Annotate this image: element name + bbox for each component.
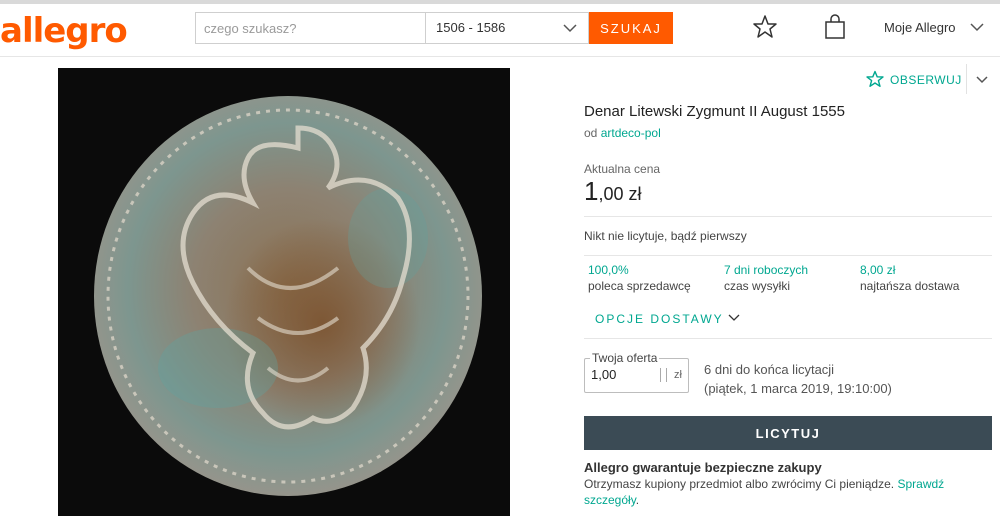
- stat-label: poleca sprzedawcę: [588, 279, 691, 293]
- delivery-options-toggle[interactable]: OPCJE DOSTAWY: [595, 312, 740, 326]
- price-integer: 1: [584, 176, 599, 206]
- auction-remaining: 6 dni do końca licytacji: [704, 362, 835, 377]
- stat-value: 7 dni roboczych: [724, 263, 809, 277]
- price-label: Aktualna cena: [584, 162, 661, 176]
- offer-input[interactable]: [591, 367, 651, 382]
- divider: [584, 216, 992, 217]
- guarantee-title: Allegro gwarantuje bezpieczne zakupy: [584, 460, 822, 475]
- stat-label: czas wysyłki: [724, 279, 791, 293]
- stat-value: 100,0%: [588, 263, 629, 277]
- seller-prefix: od: [584, 126, 598, 140]
- star-icon: [866, 70, 884, 87]
- stat-cheapest-delivery: 8,00 zł najtańsza dostawa: [860, 263, 959, 293]
- search-input[interactable]: [195, 12, 426, 44]
- my-allegro-menu[interactable]: Moje Allegro: [884, 20, 985, 35]
- divider: [584, 338, 992, 339]
- current-price: 1,00 zł: [584, 176, 642, 207]
- search-button[interactable]: SZUKAJ: [589, 12, 673, 44]
- offer-stepper[interactable]: [660, 368, 667, 382]
- divider: [584, 255, 992, 256]
- watch-button[interactable]: OBSERWUJ: [866, 70, 962, 88]
- seller-line: od artdeco-pol: [584, 126, 661, 140]
- bid-button[interactable]: LICYTUJ: [584, 416, 992, 450]
- stat-recommendation: 100,0% poleca sprzedawcę: [588, 263, 691, 293]
- auction-end-info: 6 dni do końca licytacji (piątek, 1 marc…: [704, 360, 892, 398]
- guarantee-text: Otrzymasz kupiony przedmiot albo zwrócim…: [584, 476, 989, 508]
- my-allegro-label: Moje Allegro: [884, 20, 956, 35]
- offer-currency: zł: [674, 369, 682, 381]
- seller-link[interactable]: artdeco-pol: [601, 126, 661, 140]
- chevron-down-icon: [562, 13, 578, 54]
- price-fraction: ,00 zł: [598, 184, 642, 204]
- delivery-options-label: OPCJE DOSTAWY: [595, 312, 724, 326]
- browser-strip: [0, 0, 1000, 4]
- allegro-logo[interactable]: allegro: [0, 11, 128, 51]
- stat-value: 8,00 zł: [860, 263, 896, 277]
- stat-label: najtańsza dostawa: [860, 279, 960, 293]
- stat-shipping-time: 7 dni roboczych czas wysyłki: [724, 263, 808, 293]
- star-icon[interactable]: [752, 14, 778, 40]
- chevron-down-icon: [728, 314, 740, 321]
- top-bar: allegro 1506 - 1586 SZUKAJ Moje Allegro: [0, 0, 1000, 57]
- product-title: Denar Litewski Zygmunt II August 1555: [584, 103, 845, 120]
- product-image[interactable]: [58, 68, 510, 516]
- chevron-down-icon: [969, 20, 985, 35]
- category-value: 1506 - 1586: [436, 20, 506, 35]
- offer-label: Twoja oferta: [590, 351, 660, 365]
- divider: [966, 64, 967, 94]
- category-select[interactable]: 1506 - 1586: [425, 12, 589, 44]
- guarantee-end: .: [635, 493, 640, 507]
- auction-end-date: (piątek, 1 marca 2019, 19:10:00): [704, 381, 892, 396]
- watch-label: OBSERWUJ: [890, 73, 962, 87]
- shopping-bag-icon[interactable]: [824, 14, 846, 40]
- chevron-down-icon[interactable]: [975, 72, 989, 90]
- guarantee-body: Otrzymasz kupiony przedmiot albo zwrócim…: [584, 477, 895, 491]
- bids-info: Nikt nie licytuje, bądź pierwszy: [584, 229, 747, 243]
